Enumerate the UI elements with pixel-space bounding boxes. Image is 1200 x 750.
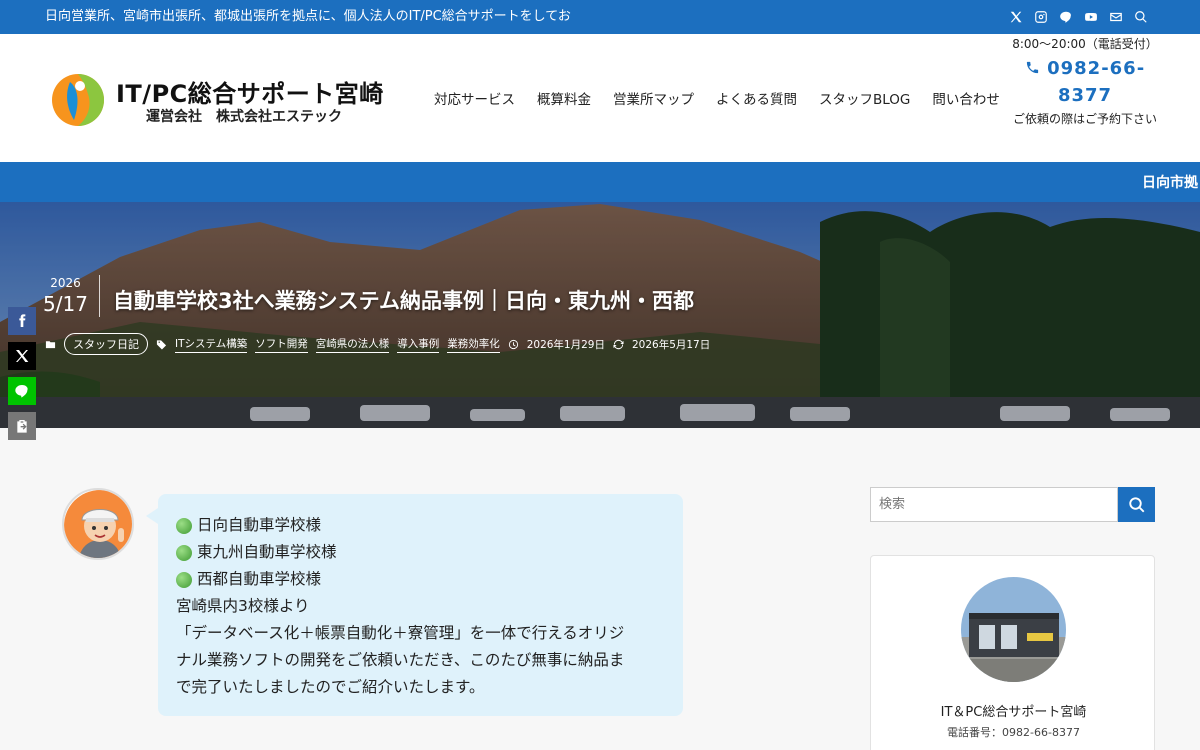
contact-hours: 8:00～20:00（電話受付） xyxy=(1012,37,1158,51)
logo-mark-icon xyxy=(52,74,104,126)
post-tag[interactable]: 業務効率化 xyxy=(447,336,500,353)
nav-item-faq[interactable]: よくある質問 xyxy=(705,88,808,108)
post-tag[interactable]: 宮崎県の法人様 xyxy=(315,336,390,353)
nav-item-map[interactable]: 営業所マップ xyxy=(602,88,705,108)
contact-phone[interactable]: 0982-66-8377 xyxy=(1010,55,1160,109)
post-monthday: 5/17 xyxy=(43,292,88,316)
x-icon[interactable] xyxy=(1008,9,1023,24)
bubble-line: 宮崎県内3校様より xyxy=(176,597,310,615)
marquee-band: 日向市拠 xyxy=(0,162,1200,202)
bubble-line: 「データベース化＋帳票自動化＋寮管理」を一体で行えるオリジ xyxy=(176,624,625,642)
profile-name: IT＆PC総合サポート宮崎 xyxy=(940,705,1087,720)
speech-bubble: 日向自動車学校様 東九州自動車学校様 西都自動車学校様 宮崎県内3校様より 「デ… xyxy=(146,494,683,716)
top-info-bar: 日向営業所、宮崎市出張所、都城出張所を拠点に、個人法人のIT/PC総合サポートを… xyxy=(0,0,1200,34)
line-icon[interactable] xyxy=(1058,9,1073,24)
youtube-icon[interactable] xyxy=(1083,9,1098,24)
bubble-line: ナル業務ソフトの開発をご依頼いただき、このたび無事に納品ま xyxy=(176,651,625,669)
post-tag[interactable]: ITシステム構築 xyxy=(175,336,248,353)
profile-card: IT＆PC総合サポート宮崎 電話番号：0982-66-8377 xyxy=(870,555,1155,750)
post-published: 2026年1月29日 xyxy=(526,338,605,351)
post-updated: 2026年5月17日 xyxy=(631,338,711,351)
search-icon xyxy=(1128,496,1144,512)
main-nav: 対応サービス 概算料金 営業所マップ よくある質問 スタッフBLOG 問い合わせ xyxy=(423,88,1011,108)
search-button[interactable] xyxy=(1118,487,1155,522)
share-buttons xyxy=(8,307,36,440)
list-item: 日向自動車学校様 xyxy=(176,512,665,539)
green-dot-icon xyxy=(176,544,192,561)
facebook-share-icon[interactable] xyxy=(8,307,36,335)
green-dot-icon xyxy=(176,517,192,534)
folder-icon xyxy=(45,340,56,348)
nav-item-pricing[interactable]: 概算料金 xyxy=(526,88,602,108)
profile-tel: 電話番号：0982-66-8377 xyxy=(947,726,1080,739)
top-message: 日向営業所、宮崎市出張所、都城出張所を拠点に、個人法人のIT/PC総合サポートを… xyxy=(45,9,571,24)
contact-phone-number: 0982-66-8377 xyxy=(1047,58,1146,106)
marquee-text: 日向市拠 xyxy=(1142,175,1198,191)
post-meta: スタッフ日記 ITシステム構築 ソフト開発 宮崎県の法人様 導入事例 業務効率化… xyxy=(45,333,710,355)
post-hero: 2026 5/17 自動車学校3社へ業務システム納品事例｜日向・東九州・西都 ス… xyxy=(0,202,1200,428)
logo-title: IT/PC総合サポート宮崎 xyxy=(116,80,384,108)
post-title: 自動車学校3社へ業務システム納品事例｜日向・東九州・西都 xyxy=(113,289,694,313)
hero-background-image xyxy=(0,202,1200,428)
nav-item-blog[interactable]: スタッフBLOG xyxy=(808,88,921,108)
site-logo[interactable]: IT/PC総合サポート宮崎 運営会社 株式会社エステック xyxy=(50,68,383,130)
search-icon[interactable] xyxy=(1133,9,1148,24)
contact-note: ご依頼の際はご予約下さい xyxy=(1012,112,1157,126)
top-social-icons xyxy=(1008,9,1148,24)
tag-icon xyxy=(156,339,167,350)
clock-icon xyxy=(508,339,518,349)
site-header: IT/PC総合サポート宮崎 運営会社 株式会社エステック 対応サービス 概算料金… xyxy=(0,34,1200,162)
instagram-icon[interactable] xyxy=(1033,9,1048,24)
post-date: 2026 5/17 xyxy=(40,275,100,317)
refresh-icon xyxy=(613,339,624,349)
bubble-line: で完了いたしましたのでご紹介いたします。 xyxy=(176,678,485,696)
list-item: 西都自動車学校様 xyxy=(176,566,665,593)
phone-icon xyxy=(1026,61,1038,74)
line-share-icon[interactable] xyxy=(8,377,36,405)
list-item: 東九州自動車学校様 xyxy=(176,539,665,566)
green-dot-icon xyxy=(176,571,192,588)
post-year: 2026 xyxy=(50,276,81,290)
copy-link-icon[interactable] xyxy=(8,412,36,440)
nav-item-services[interactable]: 対応サービス xyxy=(423,88,526,108)
logo-subtitle: 運営会社 株式会社エステック xyxy=(146,109,342,125)
office-photo xyxy=(961,577,1066,682)
search-input[interactable] xyxy=(870,487,1118,522)
staff-avatar xyxy=(62,488,134,560)
header-contact: 8:00～20:00（電話受付） 0982-66-8377 ご依頼の際はご予約下… xyxy=(1010,34,1160,128)
sidebar-search xyxy=(870,487,1155,522)
mail-icon[interactable] xyxy=(1108,9,1123,24)
post-tag[interactable]: ソフト開発 xyxy=(255,336,308,353)
nav-item-contact[interactable]: 問い合わせ xyxy=(921,88,1011,108)
x-share-icon[interactable] xyxy=(8,342,36,370)
post-category[interactable]: スタッフ日記 xyxy=(64,333,148,355)
post-tag[interactable]: 導入事例 xyxy=(397,336,440,353)
